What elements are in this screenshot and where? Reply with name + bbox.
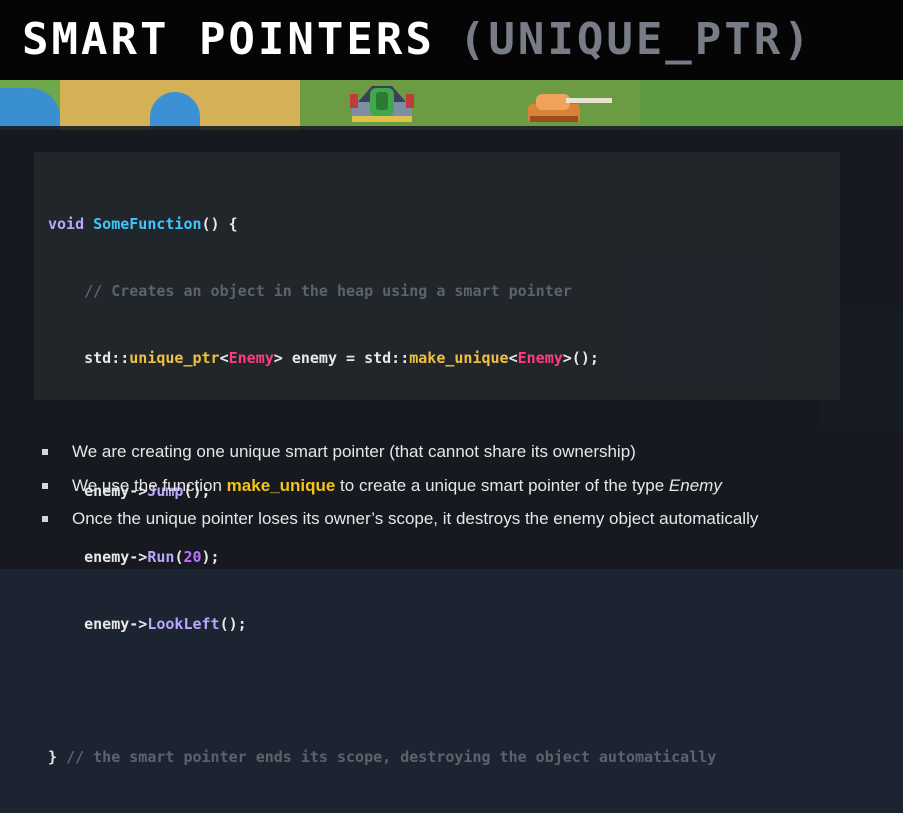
background-water-left (0, 88, 60, 130)
code-keyword: void (48, 215, 85, 234)
code-line-3: std::unique_ptr<Enemy> enemy = std::make… (48, 347, 716, 369)
code-text: < (508, 348, 518, 367)
code-text: enemy-> (84, 548, 148, 567)
code-text: > enemy = std:: (273, 348, 410, 367)
code-line-9: } // the smart pointer ends its scope, d… (48, 746, 716, 768)
slide-title-subtitle: (UNIQUE_PTR) (458, 14, 813, 65)
code-number: 20 (183, 548, 202, 567)
background-grass-right (640, 78, 903, 130)
code-line-1: void SomeFunction() { (48, 213, 716, 235)
code-text: enemy-> (84, 614, 148, 633)
bullet-text-content: to create a unique smart pointer of the … (335, 475, 669, 495)
bullet-emphasis: Enemy (668, 475, 722, 495)
green-tank-sprite-icon (350, 86, 414, 122)
title-bar: SMART POINTERS (UNIQUE_PTR) (0, 0, 903, 80)
code-type: Enemy (228, 348, 274, 367)
bullet-text-content: We are creating one unique smart pointer… (72, 442, 636, 461)
slide-title-main: SMART POINTERS (22, 14, 435, 65)
bullet-square-icon (42, 516, 48, 522)
code-type: Enemy (517, 348, 563, 367)
code-closing-brace: } (48, 748, 58, 767)
code-std-member: make_unique (409, 348, 509, 367)
code-text: < (219, 348, 229, 367)
code-line-2: // Creates an object in the heap using a… (48, 280, 716, 302)
code-line-7: enemy->LookLeft(); (48, 613, 716, 635)
code-method: LookLeft (147, 614, 220, 633)
code-line-6: enemy->Run(20); (48, 546, 716, 568)
slide-title: SMART POINTERS (UNIQUE_PTR) (22, 12, 813, 68)
code-comment: // the smart pointer ends its scope, des… (66, 748, 717, 767)
code-comment: // Creates an object in the heap using a… (84, 282, 572, 300)
background-map-strip (0, 78, 903, 130)
code-text: () { (201, 215, 238, 234)
code-panel: void SomeFunction() { // Creates an obje… (34, 152, 840, 766)
code-std-member: unique_ptr (129, 348, 220, 367)
bullet-highlight: make_unique (226, 475, 336, 495)
code-text: >(); (562, 348, 599, 367)
code-text: ); (201, 548, 220, 567)
bullet-text: We use the function make_unique to creat… (72, 474, 722, 498)
code-text: (); (219, 614, 247, 633)
code-text: std:: (84, 348, 130, 367)
bullet-text: We are creating one unique smart pointer… (72, 440, 636, 464)
code-method: Run (147, 548, 175, 567)
bullet-square-icon (42, 449, 48, 455)
bullet-text-content: We use the function (72, 475, 227, 495)
bullet-square-icon (42, 482, 48, 489)
orange-tank-sprite-icon (528, 94, 612, 122)
bullet-text: Once the unique pointer loses its owner’… (72, 507, 758, 531)
bullet-text-content: Once the unique pointer loses its owner’… (72, 509, 759, 528)
code-function-name: SomeFunction (93, 215, 202, 234)
